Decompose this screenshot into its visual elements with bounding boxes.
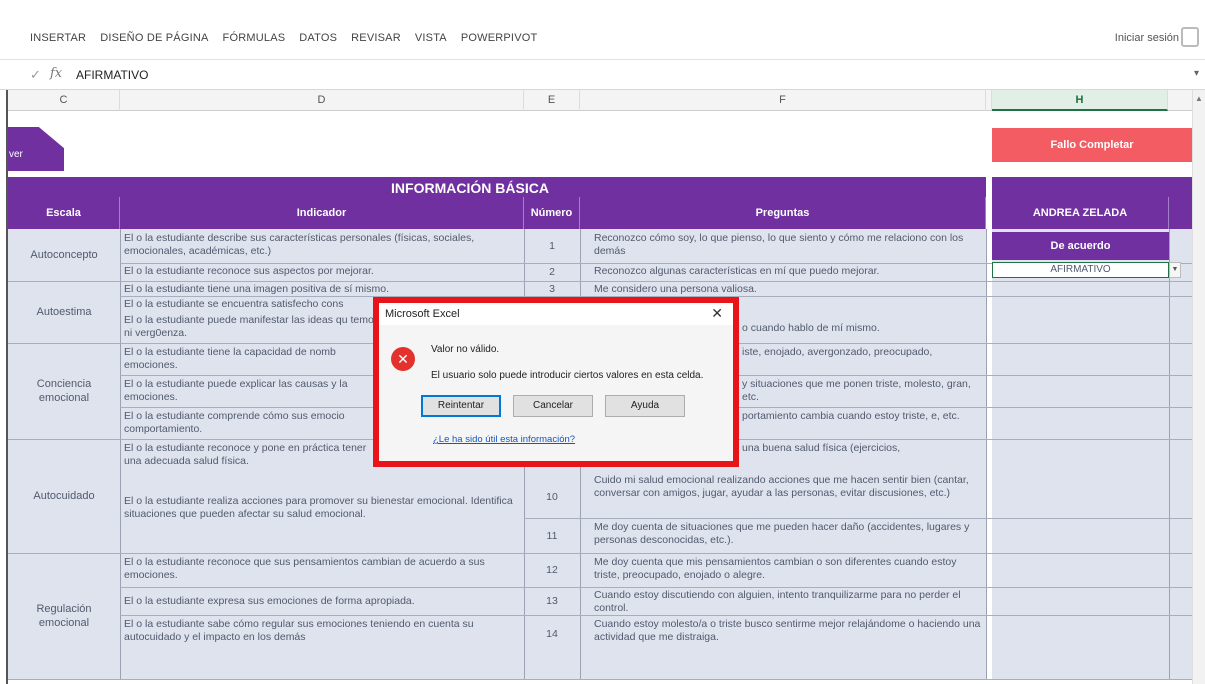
scale-autocuidado: Autocuidado xyxy=(33,490,95,502)
table-title: INFORMACIÓN BÁSICA xyxy=(391,180,549,196)
indicator-cell: El o la estudiante realiza acciones para… xyxy=(124,495,513,520)
column-header-h[interactable]: H xyxy=(992,90,1168,111)
row-line xyxy=(8,553,1192,554)
indicator-cell: El o la estudiante expresa sus emociones… xyxy=(124,595,415,607)
indicator-cell: El o la estudiante sabe cómo regular sus… xyxy=(124,618,474,643)
tab-formulas[interactable]: FÓRMULAS xyxy=(223,32,286,44)
dialog-message-body: El usuario solo puede introducir ciertos… xyxy=(431,370,704,381)
signin-link[interactable]: Iniciar sesión xyxy=(1115,32,1179,44)
ribbon-tabs: INSERTAR DISEÑO DE PÁGINA FÓRMULAS DATOS… xyxy=(30,32,537,44)
indicator-cell: El o la estudiante reconoce que sus pens… xyxy=(124,556,485,581)
number-cell: 11 xyxy=(546,530,558,542)
row-line xyxy=(524,518,1192,519)
answer-de-acuerdo: De acuerdo xyxy=(992,232,1169,260)
question-cell: portamiento cambia cuando estoy triste, … xyxy=(742,410,960,422)
row-line xyxy=(8,679,1192,680)
scroll-up-icon[interactable]: ▲ xyxy=(1195,94,1203,103)
indicator-cell: El o la estudiante tiene la capacidad de… xyxy=(124,346,336,371)
fallo-completar-button[interactable]: Fallo Completar xyxy=(992,128,1192,162)
column-headers: C D E F G H xyxy=(8,90,1192,111)
indicator-cell: El o la estudiante tiene una imagen posi… xyxy=(124,283,389,295)
question-cell: Me doy cuenta de situaciones que me pued… xyxy=(594,521,970,546)
column-header-f[interactable]: F xyxy=(580,90,986,111)
tab-datos[interactable]: DATOS xyxy=(299,32,337,44)
header-numero: Número xyxy=(524,197,580,229)
vertical-scrollbar[interactable]: ▲ xyxy=(1192,90,1205,684)
row-line xyxy=(120,587,1192,588)
tab-powerpivot[interactable]: POWERPIVOT xyxy=(461,32,538,44)
dropdown-arrow-icon[interactable]: ▼ xyxy=(1169,262,1181,278)
question-cell: iste, enojado, avergonzado, preocupado, xyxy=(742,346,933,358)
number-cell: 1 xyxy=(549,240,555,252)
back-banner-button[interactable]: ver xyxy=(8,127,64,171)
indicator-cell: El o la estudiante comprende cómo sus em… xyxy=(124,410,345,435)
enter-check-icon[interactable]: ✓ xyxy=(30,67,41,83)
indicator-cell: El o la estudiante describe sus caracter… xyxy=(124,232,475,257)
dialog-message-title: Valor no válido. xyxy=(431,344,500,355)
header-preguntas: Preguntas xyxy=(580,197,986,229)
question-cell: o cuando hablo de mí mismo. xyxy=(742,322,880,334)
scale-autoconcepto: Autoconcepto xyxy=(30,249,98,261)
number-cell: 14 xyxy=(546,628,558,640)
dialog-title: Microsoft Excel xyxy=(385,308,460,320)
indicator-cell: El o la estudiante reconoce sus aspectos… xyxy=(124,265,374,277)
help-feedback-link[interactable]: ¿Le ha sido útil esta información? xyxy=(433,434,575,445)
scale-autoestima: Autoestima xyxy=(36,306,92,318)
question-cell: y situaciones que me ponen triste, moles… xyxy=(742,378,971,403)
question-cell: Reconozco algunas características en mí … xyxy=(594,265,880,277)
selected-cell-afirmativo[interactable]: AFIRMATIVO xyxy=(992,262,1169,278)
formula-input[interactable]: AFIRMATIVO xyxy=(76,68,148,82)
retry-button[interactable]: Reintentar xyxy=(421,395,501,417)
number-cell: 12 xyxy=(546,564,558,576)
question-cell: Cuido mi salud emocional realizando acci… xyxy=(594,474,969,499)
header-student: ANDREA ZELADA xyxy=(992,197,1169,229)
row-line xyxy=(8,281,1192,282)
row-line xyxy=(120,615,1192,616)
tab-vista[interactable]: VISTA xyxy=(415,32,447,44)
banner-label: ver xyxy=(9,149,23,160)
header-indicador: Indicador xyxy=(120,197,524,229)
column-header-e[interactable]: E xyxy=(524,90,580,111)
question-cell: una buena salud física (ejercicios, xyxy=(742,442,901,454)
question-cell: Cuando estoy molesto/a o triste busco se… xyxy=(594,618,981,643)
account-icon[interactable] xyxy=(1181,27,1199,47)
ribbon: INSERTAR DISEÑO DE PÁGINA FÓRMULAS DATOS… xyxy=(0,0,1205,60)
number-cell: 10 xyxy=(546,491,558,503)
insert-function-icon[interactable]: fx xyxy=(50,66,62,81)
indicator-cell: El o la estudiante puede manifestar las … xyxy=(124,314,380,339)
error-x-icon: ✕ xyxy=(391,347,415,371)
expand-formula-bar-icon[interactable]: ▾ xyxy=(1194,68,1199,79)
question-cell: Cuando estoy discutiendo con alguien, in… xyxy=(594,589,961,614)
column-header-c[interactable]: C xyxy=(8,90,120,111)
question-cell: Me doy cuenta que mis pensamientos cambi… xyxy=(594,556,957,581)
help-button[interactable]: Ayuda xyxy=(605,395,685,417)
scale-regulacion-emocional: Regulación emocional xyxy=(36,603,92,629)
tab-diseno-pagina[interactable]: DISEÑO DE PÁGINA xyxy=(100,32,208,44)
cancel-button[interactable]: Cancelar xyxy=(513,395,593,417)
number-cell: 13 xyxy=(546,595,558,607)
question-cell: Reconozco cómo soy, lo que pienso, lo qu… xyxy=(594,232,964,257)
close-icon[interactable]: ✕ xyxy=(711,305,723,322)
formula-bar: ✓ fx AFIRMATIVO ▾ xyxy=(0,60,1205,90)
column-header-d[interactable]: D xyxy=(120,90,524,111)
header-escala: Escala xyxy=(8,197,120,229)
number-cell: 2 xyxy=(549,266,555,278)
indicator-cell: El o la estudiante reconoce y pone en pr… xyxy=(124,442,367,467)
question-cell: Me considero una persona valiosa. xyxy=(594,283,757,295)
dialog-titlebar: Microsoft Excel xyxy=(379,303,733,325)
number-cell: 3 xyxy=(549,283,555,295)
tab-revisar[interactable]: REVISAR xyxy=(351,32,401,44)
tab-insertar[interactable]: INSERTAR xyxy=(30,32,86,44)
indicator-cell: El o la estudiante puede explicar las ca… xyxy=(124,378,348,403)
scale-conciencia-emocional: Conciencia emocional xyxy=(36,378,92,404)
error-dialog: Microsoft Excel ✕ ✕ Valor no válido. El … xyxy=(379,303,733,461)
